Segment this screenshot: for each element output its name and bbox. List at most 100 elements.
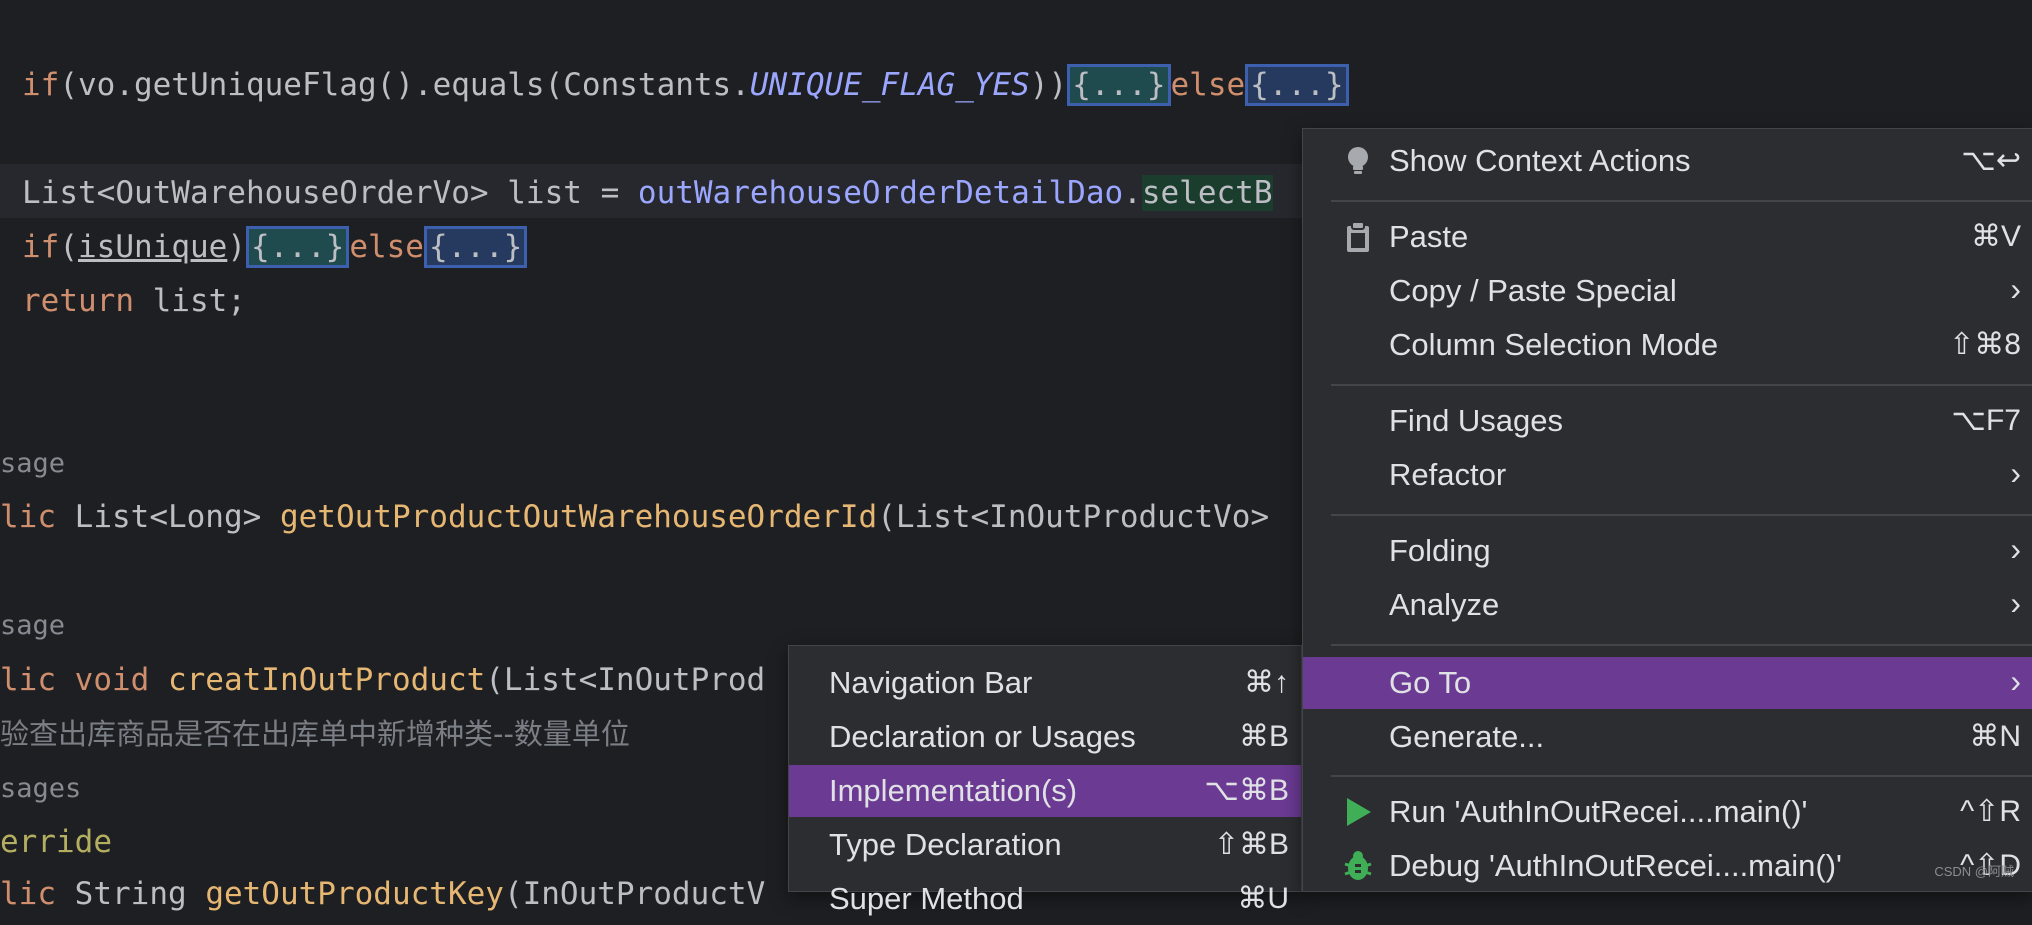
menu-item-label: Implementation(s) bbox=[829, 773, 1078, 808]
code-text: ( bbox=[59, 229, 78, 265]
folded-block[interactable]: {...} bbox=[1245, 64, 1349, 106]
shortcut-label: ⌘B bbox=[1238, 720, 1289, 753]
code-text: )) bbox=[1029, 67, 1068, 103]
code-line-3[interactable]: if(isUnique) {...} else {...} bbox=[22, 226, 528, 268]
method-name: getOutProductKey bbox=[205, 876, 504, 912]
usage-hint[interactable]: sages bbox=[0, 769, 81, 809]
menu-item-label: Debug 'AuthInOutRecei....main()' bbox=[1389, 848, 1842, 883]
menu-item-label: Refactor bbox=[1389, 457, 1507, 492]
shortcut-label: ⌥F7 bbox=[1951, 404, 2021, 437]
code-text: (List<InOutProductVo> bbox=[877, 499, 1270, 535]
code-line-4[interactable]: return list; bbox=[22, 281, 246, 321]
menu-item-label: Super Method bbox=[829, 881, 1024, 916]
code-text: List<OutWarehouseOrderVo> list = bbox=[22, 175, 638, 211]
method-name: getOutProductOutWarehouseOrderId bbox=[279, 499, 878, 535]
menu-item-label: Copy / Paste Special bbox=[1389, 273, 1677, 308]
menu-item-label: Analyze bbox=[1389, 587, 1500, 622]
run-icon bbox=[1347, 798, 1371, 826]
shortcut-label: ⇧⌘8 bbox=[1949, 328, 2021, 361]
menu-item-super-method[interactable]: Super Method ⌘U bbox=[789, 873, 1301, 925]
menu-item-navigation-bar[interactable]: Navigation Bar ⌘↑ bbox=[789, 657, 1301, 709]
goto-submenu: Navigation Bar ⌘↑ Declaration or Usages … bbox=[788, 645, 1302, 916]
shortcut-label: ⌥↩ bbox=[1961, 144, 2021, 177]
code-line-5[interactable]: lic List<Long> getOutProductOutWarehouse… bbox=[0, 497, 1269, 537]
menu-item-show-context-actions[interactable]: Show Context Actions ⌥↩ bbox=[1303, 135, 2032, 187]
code-line-1[interactable]: if(vo.getUniqueFlag().equals(Constants.U… bbox=[22, 64, 1349, 106]
chevron-right-icon: › bbox=[2010, 531, 2021, 567]
shortcut-label: ^⇧R bbox=[1960, 795, 2021, 828]
folded-block[interactable]: {...} bbox=[1067, 64, 1171, 106]
shortcut-label: ⌘N bbox=[1969, 720, 2021, 753]
menu-item-label: Folding bbox=[1389, 533, 1491, 568]
code-text: (List<InOutProd bbox=[485, 662, 766, 698]
keyword: lic void bbox=[0, 662, 150, 698]
menu-item-label: Type Declaration bbox=[829, 827, 1062, 862]
shortcut-label: ⌘U bbox=[1237, 882, 1289, 915]
keyword: if bbox=[22, 67, 60, 103]
menu-item-label: Navigation Bar bbox=[829, 665, 1033, 700]
keyword: return bbox=[22, 283, 134, 319]
folded-block[interactable]: {...} bbox=[245, 226, 350, 268]
clipboard-icon bbox=[1347, 221, 1369, 252]
editor-context-menu: Show Context Actions ⌥↩ Paste ⌘V Copy / … bbox=[1302, 128, 2032, 892]
menu-item-generate[interactable]: Generate... ⌘N bbox=[1303, 711, 2032, 763]
code-text: List<Long> bbox=[56, 499, 280, 535]
code-text: . bbox=[1123, 175, 1142, 211]
folded-block[interactable]: {...} bbox=[423, 226, 528, 268]
keyword: if bbox=[22, 229, 60, 265]
code-line-2[interactable]: List<OutWarehouseOrderVo> list = outWare… bbox=[22, 173, 1273, 213]
menu-item-column-selection-mode[interactable]: Column Selection Mode ⇧⌘8 bbox=[1303, 319, 2032, 371]
keyword: else bbox=[1170, 67, 1246, 103]
menu-item-label: Find Usages bbox=[1389, 403, 1564, 438]
code-text: (vo.getUniqueFlag().equals(Constants. bbox=[59, 67, 750, 103]
menu-separator bbox=[1331, 775, 2032, 777]
menu-item-analyze[interactable]: Analyze › bbox=[1303, 579, 2032, 631]
menu-item-label: Show Context Actions bbox=[1389, 143, 1691, 178]
menu-item-declaration-or-usages[interactable]: Declaration or Usages ⌘B bbox=[789, 711, 1301, 763]
annotation: erride bbox=[0, 824, 112, 860]
code-line-7[interactable]: lic String getOutProductKey(InOutProduct… bbox=[0, 874, 765, 914]
menu-separator bbox=[1331, 200, 2032, 202]
chevron-right-icon: › bbox=[2010, 271, 2021, 307]
shortcut-label: ⇧⌘B bbox=[1213, 828, 1289, 861]
menu-item-go-to[interactable]: Go To › bbox=[1303, 657, 2032, 709]
code-text: String bbox=[56, 876, 206, 912]
usage-hint[interactable]: sage bbox=[0, 444, 65, 484]
menu-item-label: Run 'AuthInOutRecei....main()' bbox=[1389, 794, 1808, 829]
menu-item-find-usages[interactable]: Find Usages ⌥F7 bbox=[1303, 395, 2032, 447]
field-ref: outWarehouseOrderDetailDao bbox=[637, 175, 1124, 211]
menu-item-folding[interactable]: Folding › bbox=[1303, 525, 2032, 577]
usage-hint[interactable]: sage bbox=[0, 606, 65, 646]
watermark: CSDN @阿贼 bbox=[1934, 864, 2014, 879]
menu-item-debug[interactable]: Debug 'AuthInOutRecei....main()' ^⇧D bbox=[1303, 840, 2032, 892]
chevron-right-icon: › bbox=[2010, 663, 2021, 699]
menu-separator bbox=[1331, 514, 2032, 516]
menu-separator bbox=[1331, 384, 2032, 386]
code-comment: 验查出库商品是否在出库单中新增种类--数量单位 bbox=[0, 717, 630, 751]
menu-separator bbox=[1331, 644, 2032, 646]
code-line-6[interactable]: lic void creatInOutProduct(List<InOutPro… bbox=[0, 660, 765, 700]
variable: isUnique bbox=[78, 229, 228, 265]
shortcut-label: ⌥⌘B bbox=[1204, 774, 1289, 807]
keyword: else bbox=[349, 229, 424, 265]
code-text: (InOutProductV bbox=[503, 876, 766, 912]
shortcut-label: ⌘V bbox=[1970, 220, 2021, 253]
method-call: selectB bbox=[1141, 175, 1273, 211]
menu-item-type-declaration[interactable]: Type Declaration ⇧⌘B bbox=[789, 819, 1301, 871]
menu-item-copy-paste-special[interactable]: Copy / Paste Special › bbox=[1303, 265, 2032, 317]
method-name: creatInOutProduct bbox=[167, 662, 486, 698]
code-text: list; bbox=[133, 283, 246, 319]
keyword: lic bbox=[0, 499, 56, 535]
lightbulb-icon bbox=[1348, 147, 1368, 174]
menu-item-refactor[interactable]: Refactor › bbox=[1303, 449, 2032, 501]
menu-item-label: Go To bbox=[1389, 665, 1472, 700]
menu-item-paste[interactable]: Paste ⌘V bbox=[1303, 211, 2032, 263]
constant: UNIQUE_FLAG_YES bbox=[749, 67, 1030, 103]
chevron-right-icon: › bbox=[2010, 585, 2021, 621]
menu-item-run[interactable]: Run 'AuthInOutRecei....main()' ^⇧R bbox=[1303, 786, 2032, 838]
menu-item-label: Paste bbox=[1389, 219, 1469, 254]
debug-icon bbox=[1344, 851, 1372, 880]
menu-item-implementations[interactable]: Implementation(s) ⌥⌘B bbox=[789, 765, 1301, 817]
menu-item-label: Generate... bbox=[1389, 719, 1545, 754]
